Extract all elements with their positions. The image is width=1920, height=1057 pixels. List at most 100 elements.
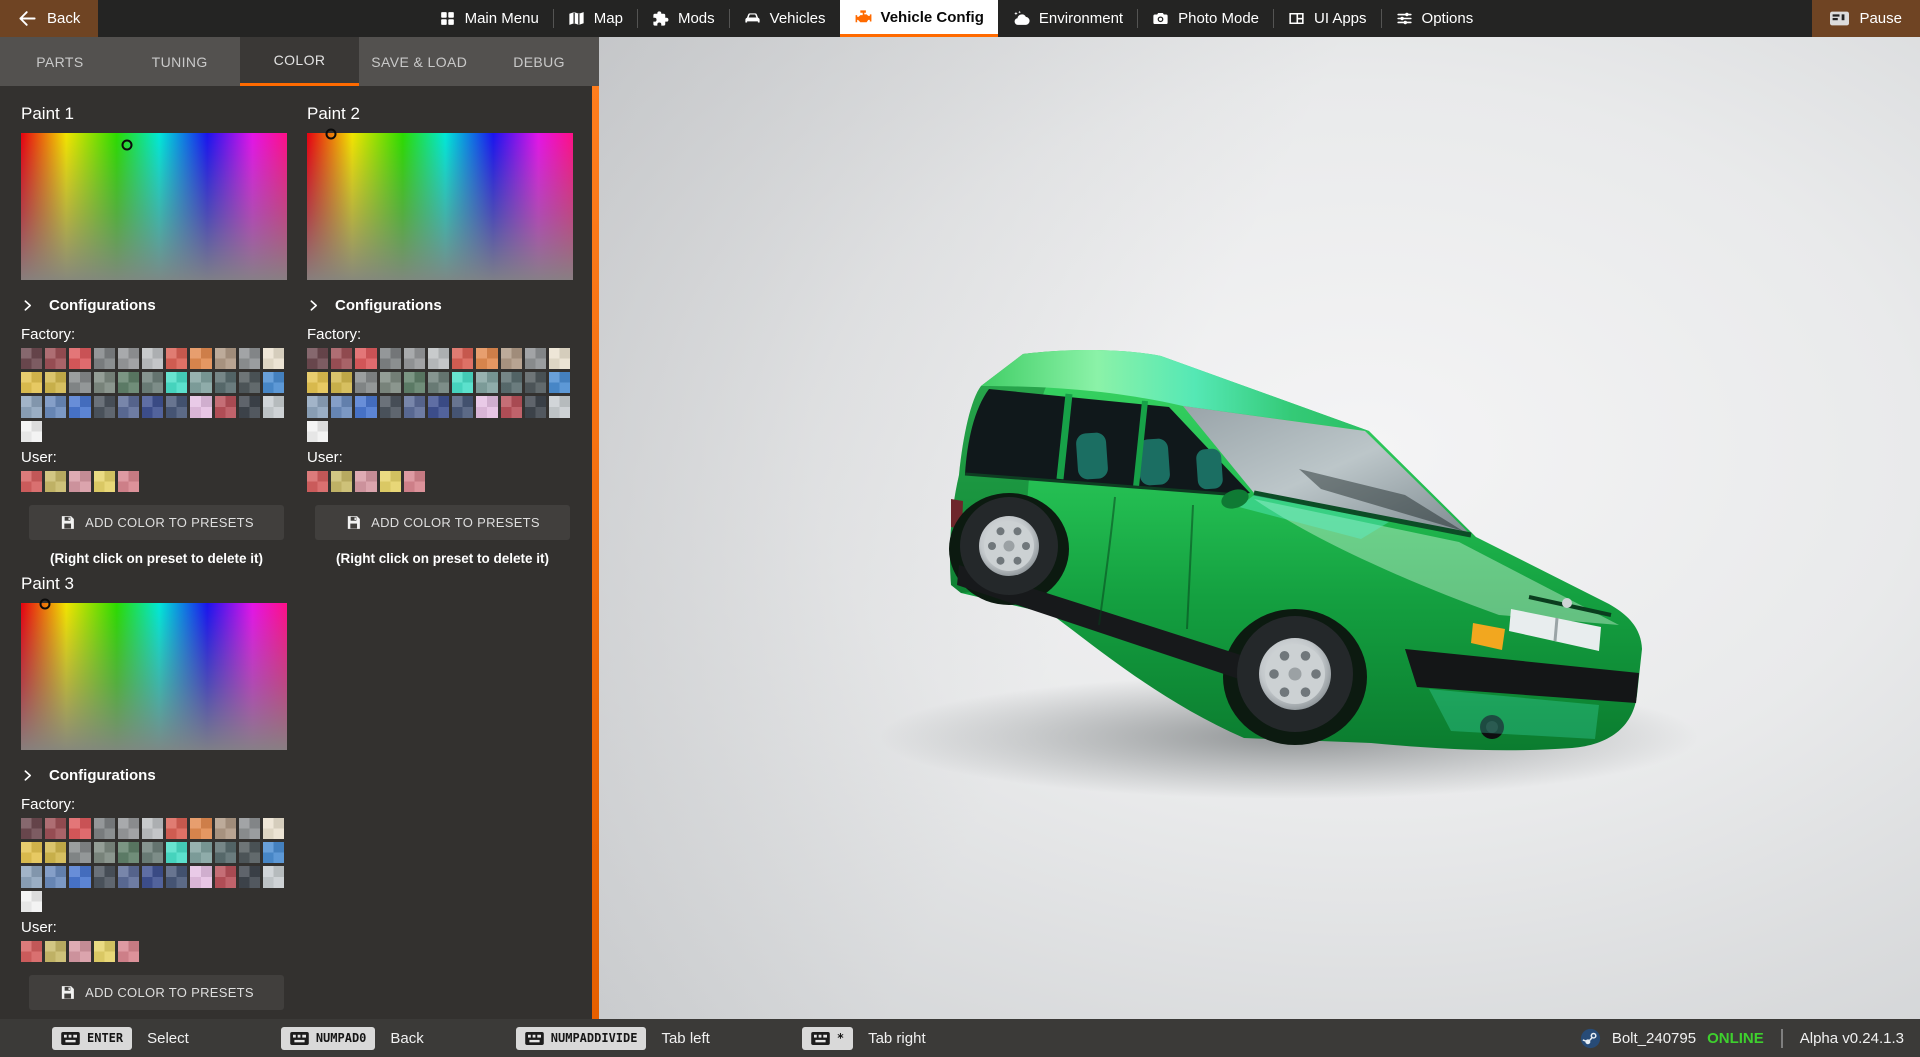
back-button[interactable]: Back bbox=[0, 0, 99, 37]
factory-swatch[interactable] bbox=[238, 348, 261, 370]
factory-swatch[interactable] bbox=[500, 348, 522, 370]
factory-swatch[interactable] bbox=[500, 396, 522, 418]
factory-swatch[interactable] bbox=[524, 396, 547, 418]
factory-swatch[interactable] bbox=[379, 372, 401, 394]
add-color-to-presets-button[interactable]: ADD COLOR TO PRESETS bbox=[315, 504, 570, 540]
factory-swatch[interactable] bbox=[117, 842, 140, 864]
add-color-to-presets-button[interactable]: ADD COLOR TO PRESETS bbox=[29, 504, 284, 540]
user-swatch[interactable] bbox=[45, 470, 67, 493]
factory-swatch[interactable] bbox=[141, 817, 164, 840]
user-swatch[interactable] bbox=[117, 940, 140, 963]
factory-swatch[interactable] bbox=[69, 866, 91, 888]
factory-swatch[interactable] bbox=[403, 372, 426, 394]
factory-swatch[interactable] bbox=[69, 842, 91, 864]
menu-item-mods[interactable]: Mods bbox=[636, 0, 729, 37]
picker-selector[interactable] bbox=[39, 598, 51, 610]
factory-swatch[interactable] bbox=[141, 866, 164, 888]
factory-swatch[interactable] bbox=[238, 372, 261, 394]
factory-swatch[interactable] bbox=[307, 372, 329, 394]
factory-swatch[interactable] bbox=[238, 842, 261, 864]
factory-swatch[interactable] bbox=[214, 372, 236, 394]
factory-swatch[interactable] bbox=[379, 396, 401, 418]
factory-swatch[interactable] bbox=[476, 348, 498, 370]
factory-swatch[interactable] bbox=[355, 372, 377, 394]
factory-swatch[interactable] bbox=[476, 372, 498, 394]
factory-swatch[interactable] bbox=[21, 348, 43, 370]
factory-swatch[interactable] bbox=[262, 396, 285, 418]
menu-item-options[interactable]: Options bbox=[1380, 0, 1488, 37]
pause-button[interactable]: Pause bbox=[1812, 0, 1920, 37]
factory-swatch[interactable] bbox=[307, 396, 329, 418]
factory-swatch[interactable] bbox=[21, 817, 43, 840]
factory-swatch[interactable] bbox=[262, 842, 285, 864]
factory-swatch[interactable] bbox=[331, 348, 353, 370]
menu-item-map[interactable]: Map bbox=[552, 0, 637, 37]
factory-swatch[interactable] bbox=[548, 372, 571, 394]
user-swatch[interactable] bbox=[117, 470, 140, 493]
factory-swatch[interactable] bbox=[93, 842, 115, 864]
factory-swatch[interactable] bbox=[21, 866, 43, 888]
configurations-toggle[interactable]: Configurations bbox=[307, 297, 573, 314]
user-swatch[interactable] bbox=[379, 470, 401, 493]
factory-swatch[interactable] bbox=[403, 396, 426, 418]
picker-selector[interactable] bbox=[325, 128, 337, 140]
menu-item-ui-apps[interactable]: UI Apps bbox=[1273, 0, 1381, 37]
factory-swatch[interactable] bbox=[238, 817, 261, 840]
factory-swatch[interactable] bbox=[214, 866, 236, 888]
factory-swatch[interactable] bbox=[452, 348, 474, 370]
factory-swatch[interactable] bbox=[69, 817, 91, 840]
menu-item-main-menu[interactable]: Main Menu bbox=[424, 0, 553, 37]
factory-swatch[interactable] bbox=[69, 372, 91, 394]
factory-swatch[interactable] bbox=[355, 396, 377, 418]
factory-swatch[interactable] bbox=[21, 890, 43, 912]
color-picker[interactable] bbox=[21, 598, 287, 750]
user-swatch[interactable] bbox=[21, 940, 43, 963]
factory-swatch[interactable] bbox=[166, 866, 188, 888]
factory-swatch[interactable] bbox=[117, 866, 140, 888]
menu-item-vehicle-config[interactable]: Vehicle Config bbox=[839, 0, 998, 37]
factory-swatch[interactable] bbox=[524, 372, 547, 394]
user-swatch[interactable] bbox=[403, 470, 426, 493]
factory-swatch[interactable] bbox=[190, 372, 212, 394]
tab-save-load[interactable]: SAVE & LOAD bbox=[359, 37, 479, 86]
factory-swatch[interactable] bbox=[307, 348, 329, 370]
factory-swatch[interactable] bbox=[524, 348, 547, 370]
user-swatch[interactable] bbox=[307, 470, 329, 493]
configurations-toggle[interactable]: Configurations bbox=[21, 297, 287, 314]
factory-swatch[interactable] bbox=[45, 817, 67, 840]
user-swatch[interactable] bbox=[355, 470, 377, 493]
factory-swatch[interactable] bbox=[452, 372, 474, 394]
factory-swatch[interactable] bbox=[166, 842, 188, 864]
factory-swatch[interactable] bbox=[45, 396, 67, 418]
factory-swatch[interactable] bbox=[45, 372, 67, 394]
menu-item-photo-mode[interactable]: Photo Mode bbox=[1137, 0, 1273, 37]
factory-swatch[interactable] bbox=[166, 372, 188, 394]
factory-swatch[interactable] bbox=[403, 348, 426, 370]
factory-swatch[interactable] bbox=[307, 420, 329, 442]
factory-swatch[interactable] bbox=[379, 348, 401, 370]
vehicle-viewport[interactable] bbox=[599, 37, 1920, 1019]
factory-swatch[interactable] bbox=[166, 348, 188, 370]
user-swatch[interactable] bbox=[93, 470, 115, 493]
factory-swatch[interactable] bbox=[190, 842, 212, 864]
factory-swatch[interactable] bbox=[141, 396, 164, 418]
add-color-to-presets-button[interactable]: ADD COLOR TO PRESETS bbox=[29, 974, 284, 1010]
factory-swatch[interactable] bbox=[427, 372, 450, 394]
factory-swatch[interactable] bbox=[166, 817, 188, 840]
factory-swatch[interactable] bbox=[93, 372, 115, 394]
configurations-toggle[interactable]: Configurations bbox=[21, 767, 287, 784]
menu-item-vehicles[interactable]: Vehicles bbox=[728, 0, 840, 37]
factory-swatch[interactable] bbox=[21, 842, 43, 864]
factory-swatch[interactable] bbox=[190, 396, 212, 418]
factory-swatch[interactable] bbox=[45, 348, 67, 370]
factory-swatch[interactable] bbox=[141, 372, 164, 394]
factory-swatch[interactable] bbox=[190, 348, 212, 370]
factory-swatch[interactable] bbox=[45, 866, 67, 888]
factory-swatch[interactable] bbox=[21, 372, 43, 394]
user-swatch[interactable] bbox=[331, 470, 353, 493]
factory-swatch[interactable] bbox=[238, 866, 261, 888]
factory-swatch[interactable] bbox=[427, 396, 450, 418]
factory-swatch[interactable] bbox=[238, 396, 261, 418]
user-swatch[interactable] bbox=[69, 470, 91, 493]
factory-swatch[interactable] bbox=[93, 817, 115, 840]
